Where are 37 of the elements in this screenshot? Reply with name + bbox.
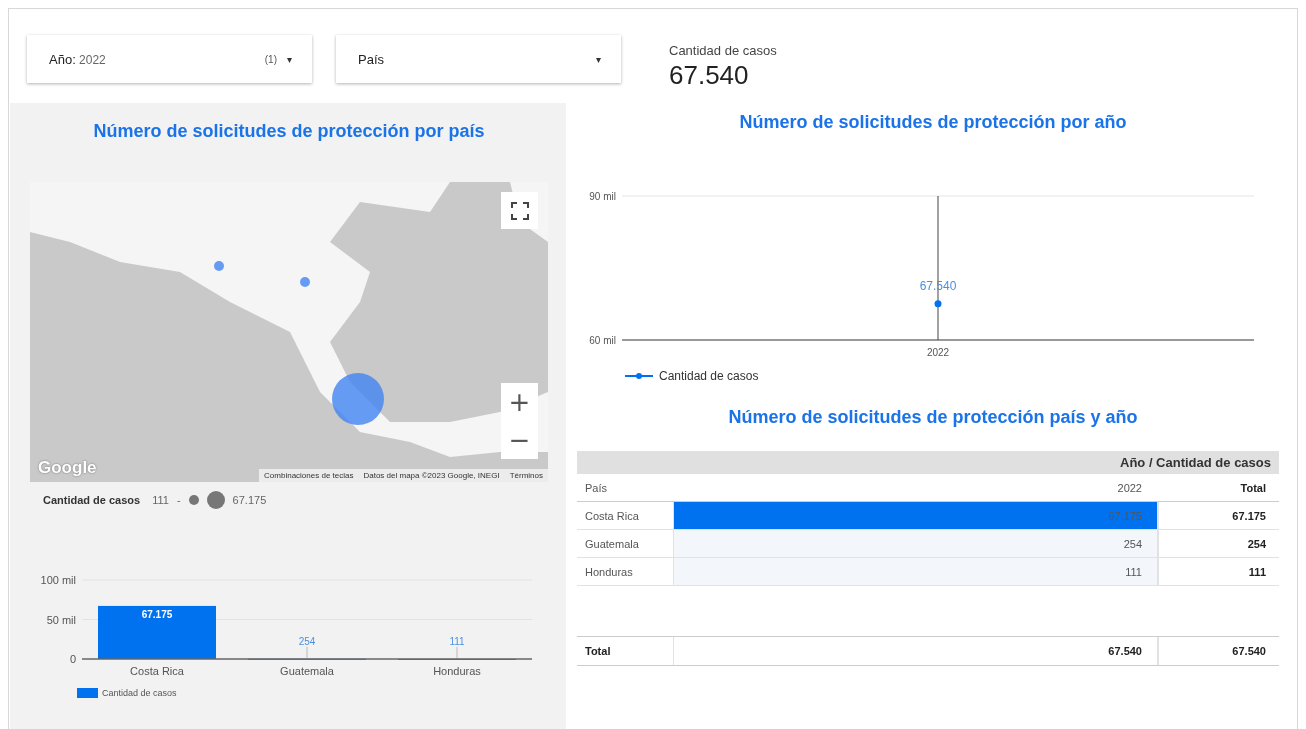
chart-title: Número de solicitudes de protección por país (92, 121, 486, 142)
table-cell: 111 (673, 558, 1157, 585)
metric-value: 67.540 (669, 60, 750, 91)
metric-label: Cantidad de casos (669, 43, 777, 58)
chart-title: Número de solicitudes de protección por año (738, 112, 1128, 133)
table-cell: 67.175 (673, 502, 1157, 529)
legend-separator: - (176, 494, 181, 506)
data-label: 254 (298, 635, 316, 647)
category-label: 2022 (926, 347, 950, 358)
table-cell: 67.540 (673, 637, 1157, 665)
category-label: Costa Rica (130, 665, 184, 677)
table-cell-text: Guatemala (584, 536, 640, 552)
table-cell-text: Honduras (584, 564, 634, 580)
legend-label: Cantidad de casos (659, 369, 759, 383)
table-cell: 254 (673, 530, 1157, 557)
chart-title: Número de solicitudes de protección país y año (727, 407, 1139, 428)
legend-label: Cantidad de casos (43, 494, 141, 506)
axis-label: 0 (69, 653, 76, 665)
axis-label: 90 mil (589, 191, 616, 202)
axis-label: 60 mil (589, 335, 616, 346)
data-label: 111 (449, 635, 465, 647)
table-cell-text: Total (584, 644, 612, 659)
axis-label: 100 mil (40, 574, 76, 586)
data-label: 67.175 (141, 608, 173, 620)
table-cell: 67.175 (1157, 502, 1279, 529)
table-cell: 254 (1157, 530, 1279, 557)
data-label: 67.540 (919, 278, 957, 293)
legend-label: Cantidad de casos (102, 688, 177, 698)
table-cell: 111 (1157, 558, 1279, 585)
axis-label: 50 mil (46, 613, 76, 626)
table-cell: 67.540 (1157, 637, 1279, 665)
category-label: Honduras (433, 665, 481, 677)
table-cell-text: Costa Rica (584, 508, 640, 524)
legend-value: 111 (152, 494, 169, 506)
legend-value: 67.175 (232, 494, 267, 506)
column-group-header: Año / Cantidad de casos (1120, 455, 1271, 470)
category-label: Guatemala (280, 665, 334, 677)
